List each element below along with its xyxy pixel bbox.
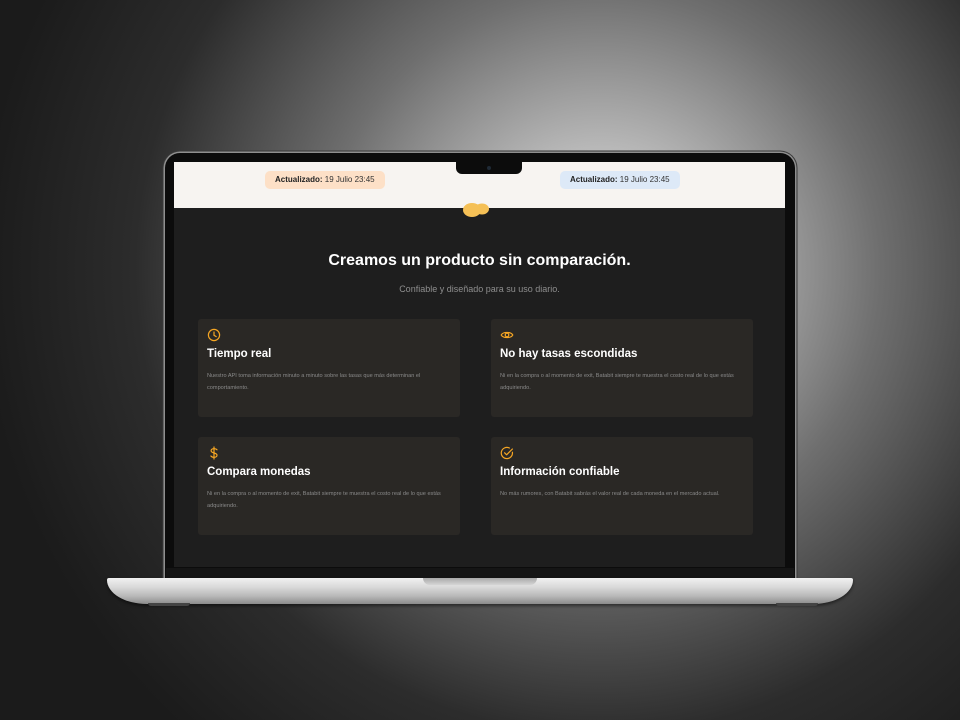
laptop-foot-left (148, 603, 190, 606)
feature-title: No hay tasas escondidas (500, 348, 638, 360)
base-opening-notch (423, 578, 537, 585)
updated-badge-left: Actualizado: 19 Julio 23:45 (265, 171, 385, 189)
feature-title: Tiempo real (207, 348, 272, 360)
dollar-icon (210, 446, 218, 460)
feature-description: Ni en la compra o al momento de exit, Ba… (500, 373, 734, 391)
feature-card-realtime: Tiempo real Nuestro API toma información… (198, 319, 460, 417)
feature-description: No más rumores, con Batabit sabrás el va… (500, 491, 720, 497)
feature-card-compare: Compara monedas Ni en la compra o al mom… (198, 437, 460, 535)
eye-icon (500, 331, 514, 339)
blob-logo-icon (463, 203, 489, 217)
camera-notch (456, 162, 522, 174)
feature-title: Información confiable (500, 466, 620, 478)
section-title: Creamos un producto sin comparación. (328, 252, 631, 269)
camera-icon (487, 166, 491, 170)
clock-icon (207, 328, 221, 342)
laptop-base (107, 578, 853, 604)
laptop-screen: Actualizado: 19 Julio 23:45 Actualizado:… (174, 162, 785, 567)
feature-card-reliable-info: Información confiable No más rumores, co… (491, 437, 753, 535)
updated-label: Actualizado: (275, 175, 323, 184)
feature-title: Compara monedas (207, 466, 311, 478)
laptop-foot-right (776, 603, 818, 606)
updated-value: 19 Julio 23:45 (619, 175, 670, 184)
feature-description: Nuestro API toma información minuto a mi… (207, 373, 421, 391)
updated-badge-right: Actualizado: 19 Julio 23:45 (560, 171, 680, 189)
feature-card-no-hidden-fees: No hay tasas escondidas Ni en la compra … (491, 319, 753, 417)
section-subtitle: Confiable y diseñado para su uso diario. (399, 284, 560, 294)
laptop-lid: Actualizado: 19 Julio 23:45 Actualizado:… (165, 153, 795, 581)
updated-label: Actualizado: (570, 175, 618, 184)
check-circle-icon (500, 446, 514, 460)
feature-description: Ni en la compra o al momento de exit, Ba… (207, 491, 441, 509)
updated-value: 19 Julio 23:45 (324, 175, 375, 184)
